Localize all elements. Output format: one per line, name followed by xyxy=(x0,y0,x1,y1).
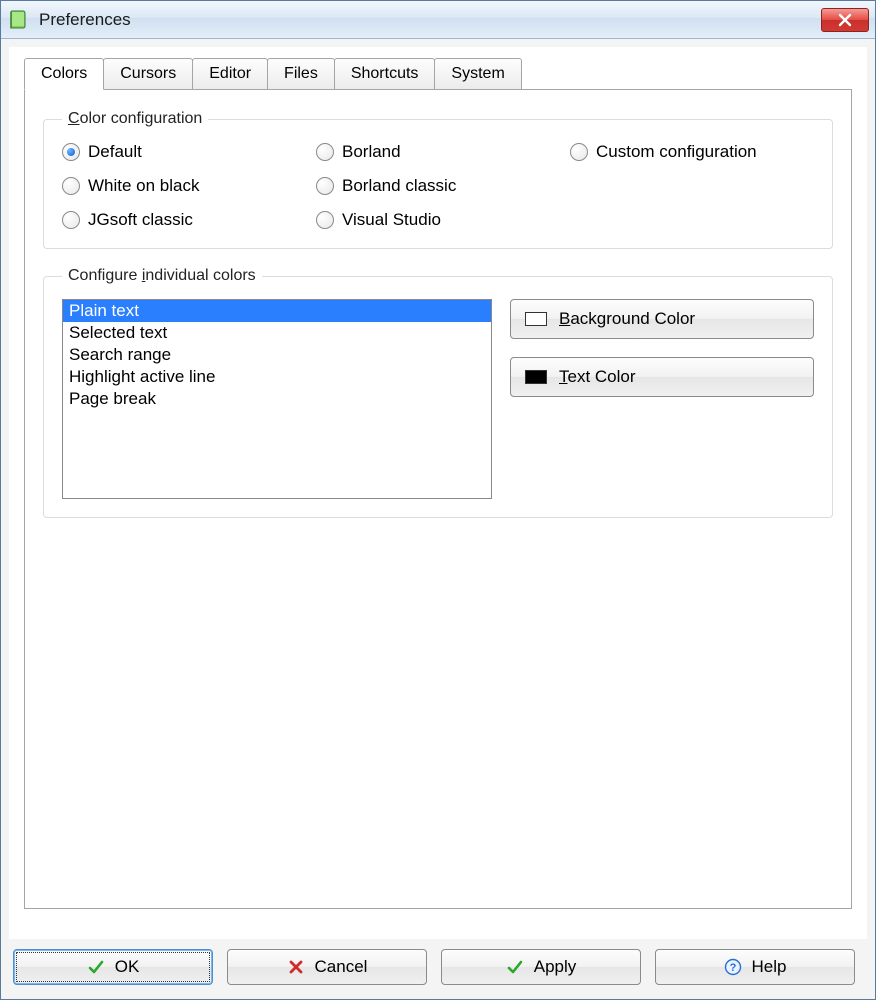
dialog-footer: OK Cancel Apply ? Help xyxy=(1,939,875,999)
radio-borland[interactable]: Borland xyxy=(316,142,560,162)
radio-label: White on black xyxy=(88,176,200,196)
radio-dot-icon xyxy=(316,143,334,161)
radio-borland-classic[interactable]: Borland classic xyxy=(316,176,560,196)
check-icon xyxy=(87,958,105,976)
apply-button[interactable]: Apply xyxy=(441,949,641,985)
check-icon xyxy=(506,958,524,976)
radio-grid: Default Borland Custom configuration Whi… xyxy=(62,142,814,230)
color-configuration-legend: Color configuration xyxy=(62,110,208,128)
tab-shortcuts[interactable]: Shortcuts xyxy=(334,58,436,90)
tab-label: System xyxy=(451,65,504,82)
radio-custom-configuration[interactable]: Custom configuration xyxy=(570,142,814,162)
tab-label: Cursors xyxy=(120,65,176,82)
list-item[interactable]: Selected text xyxy=(63,322,491,344)
tab-editor[interactable]: Editor xyxy=(192,58,268,90)
list-item[interactable]: Plain text xyxy=(63,300,491,322)
tab-label: Shortcuts xyxy=(351,65,419,82)
radio-jgsoft-classic[interactable]: JGsoft classic xyxy=(62,210,306,230)
tab-label: Editor xyxy=(209,65,251,82)
titlebar: Preferences xyxy=(1,1,875,39)
color-items-listbox[interactable]: Plain text Selected text Search range Hi… xyxy=(62,299,492,499)
button-label: Text Color xyxy=(559,367,636,387)
radio-dot-icon xyxy=(316,177,334,195)
swatch-icon xyxy=(525,312,547,326)
cancel-button[interactable]: Cancel xyxy=(227,949,427,985)
radio-label: Default xyxy=(88,142,142,162)
radio-label: Custom configuration xyxy=(596,142,757,162)
radio-default[interactable]: Default xyxy=(62,142,306,162)
tab-colors[interactable]: Colors xyxy=(24,58,104,90)
content-area: Colors Cursors Editor Files Shortcuts Sy… xyxy=(9,47,867,939)
tab-label: Colors xyxy=(41,65,87,82)
background-color-button[interactable]: Background Color xyxy=(510,299,814,339)
close-button[interactable] xyxy=(821,8,869,32)
swatch-icon xyxy=(525,370,547,384)
radio-dot-icon xyxy=(62,177,80,195)
preferences-window: Preferences Colors Cursors Editor Files … xyxy=(0,0,876,1000)
configure-individual-colors-legend: Configure individual colors xyxy=(62,267,262,285)
tab-files[interactable]: Files xyxy=(267,58,335,90)
tab-label: Files xyxy=(284,65,318,82)
button-label: OK xyxy=(115,957,140,977)
button-label: Background Color xyxy=(559,309,695,329)
color-buttons-column: Background Color Text Color xyxy=(510,299,814,397)
radio-label: Borland classic xyxy=(342,176,456,196)
window-title: Preferences xyxy=(39,10,821,30)
tab-panel-colors: Color configuration Default Borland Cust… xyxy=(24,89,852,909)
button-label: Cancel xyxy=(315,957,368,977)
configure-individual-colors-group: Configure individual colors Plain text S… xyxy=(43,267,833,518)
button-label: Apply xyxy=(534,957,577,977)
radio-dot-icon xyxy=(62,211,80,229)
book-icon xyxy=(7,8,31,32)
list-item[interactable]: Search range xyxy=(63,344,491,366)
radio-label: JGsoft classic xyxy=(88,210,193,230)
radio-label: Borland xyxy=(342,142,401,162)
close-icon xyxy=(838,13,852,27)
radio-visual-studio[interactable]: Visual Studio xyxy=(316,210,560,230)
tab-cursors[interactable]: Cursors xyxy=(103,58,193,90)
radio-label: Visual Studio xyxy=(342,210,441,230)
tab-strip: Colors Cursors Editor Files Shortcuts Sy… xyxy=(24,58,852,90)
svg-text:?: ? xyxy=(729,962,736,974)
ok-button[interactable]: OK xyxy=(13,949,213,985)
help-icon: ? xyxy=(724,958,742,976)
radio-dot-icon xyxy=(570,143,588,161)
button-label: Help xyxy=(752,957,787,977)
color-configuration-group: Color configuration Default Borland Cust… xyxy=(43,110,833,249)
radio-white-on-black[interactable]: White on black xyxy=(62,176,306,196)
text-color-button[interactable]: Text Color xyxy=(510,357,814,397)
radio-dot-icon xyxy=(62,143,80,161)
radio-dot-icon xyxy=(316,211,334,229)
tab-system[interactable]: System xyxy=(434,58,521,90)
help-button[interactable]: ? Help xyxy=(655,949,855,985)
configure-row: Plain text Selected text Search range Hi… xyxy=(62,299,814,499)
cross-icon xyxy=(287,958,305,976)
list-item[interactable]: Highlight active line xyxy=(63,366,491,388)
list-item[interactable]: Page break xyxy=(63,388,491,410)
